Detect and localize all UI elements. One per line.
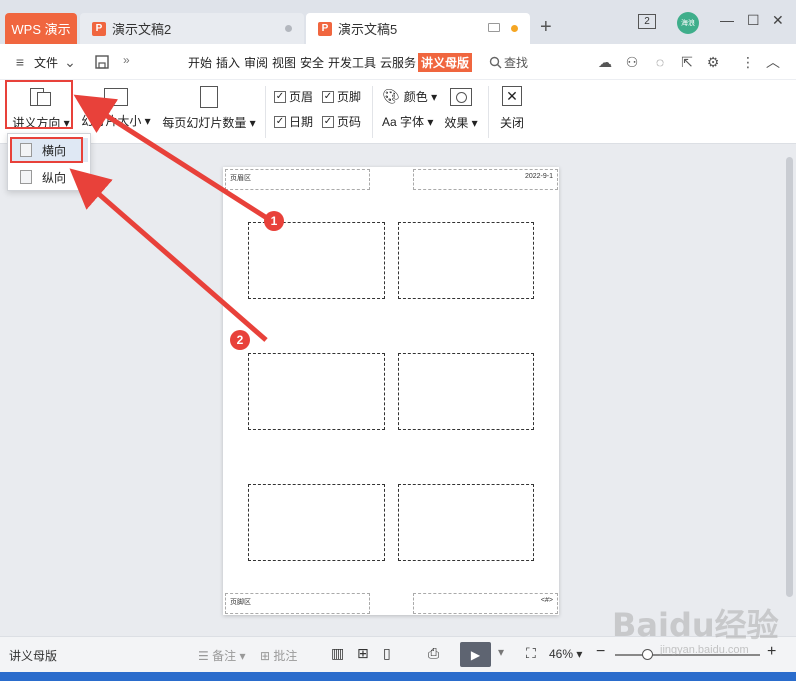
watermark-url: jingyan.baidu.com — [660, 644, 749, 656]
watermark-logo: Baidu经验 — [612, 606, 779, 644]
comments-button[interactable]: ⊞ 批注 — [260, 647, 297, 664]
zoom-slider-handle[interactable] — [642, 649, 653, 660]
presenter-icon[interactable]: ⎙ — [428, 645, 439, 662]
fit-window-icon[interactable]: ⛶ — [526, 645, 536, 662]
view-mode-label: 讲义母版 — [9, 649, 58, 663]
zoom-level[interactable]: 46% ▾ — [549, 647, 582, 661]
taskbar-strip — [0, 672, 796, 681]
play-options-icon[interactable]: ▾ — [498, 645, 504, 659]
step-badge-2: 2 — [230, 330, 250, 350]
step-badge-1: 1 — [264, 211, 284, 231]
vertical-scrollbar[interactable] — [783, 145, 796, 636]
play-button[interactable]: ▶ — [460, 642, 491, 667]
sorter-view-icon[interactable]: ⊞ — [357, 645, 369, 662]
notes-button[interactable]: ☰ 备注 ▾ — [198, 647, 245, 664]
scrollbar-thumb[interactable] — [786, 157, 793, 597]
annotation-arrows — [69, 94, 272, 342]
zoom-out-button[interactable]: − — [596, 643, 605, 661]
play-icon: ▶ — [470, 647, 481, 662]
comment-add-icon: ⊞ — [260, 649, 274, 663]
reading-view-icon[interactable]: ▯ — [383, 645, 391, 662]
normal-view-icon[interactable]: ▥ — [331, 645, 344, 662]
notes-icon: ☰ — [198, 649, 213, 663]
